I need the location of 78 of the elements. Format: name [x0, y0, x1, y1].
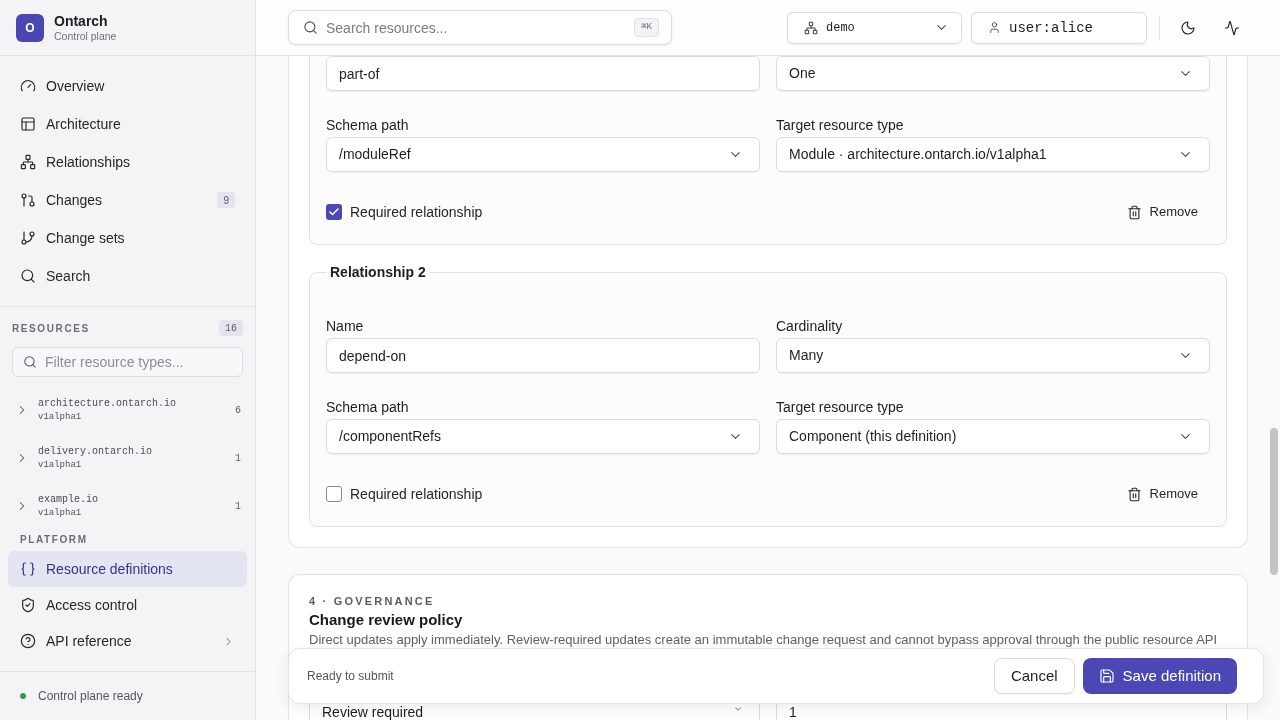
field-label: Schema path: [326, 117, 410, 133]
tree-item[interactable]: delivery.ontarch.io v1alpha1 1: [12, 434, 243, 482]
search-icon: [23, 355, 37, 369]
moon-icon: [1180, 19, 1196, 36]
save-icon: [1098, 668, 1115, 684]
branch-icon: [20, 230, 36, 246]
tree-item[interactable]: architecture.ontarch.io v1alpha1 6: [12, 386, 243, 434]
text-input[interactable]: part-of: [326, 56, 760, 91]
section-description: Direct updates apply immediately. Review-required updates create an immutable change request and cannot bypass approval through the public resource API: [309, 631, 1219, 649]
select-field[interactable]: Many: [776, 338, 1210, 373]
activity-icon: [1224, 19, 1240, 36]
nav-link[interactable]: Architecture: [8, 106, 247, 142]
nav-link[interactable]: Resource definitions: [8, 551, 247, 587]
gauge-icon: [20, 78, 36, 94]
search-icon: [20, 268, 36, 284]
select-field[interactable]: Component (this definition): [776, 419, 1210, 454]
select-field[interactable]: /moduleRef: [326, 137, 760, 172]
section-heading: RESOURCES: [12, 321, 90, 336]
hierarchy-icon: [20, 154, 36, 170]
nav-link[interactable]: Relationships: [8, 144, 247, 180]
user-input[interactable]: user:alice: [1009, 12, 1134, 43]
field-label: Schema path: [326, 399, 410, 415]
filter-input[interactable]: Filter resource types...: [45, 348, 242, 376]
nav-link[interactable]: Change sets: [8, 220, 247, 256]
brand-logo: O: [16, 13, 44, 42]
select-field[interactable]: /componentRefs: [326, 419, 760, 454]
filter-field[interactable]: Filter resource types...: [12, 347, 243, 377]
save-button[interactable]: Save definition: [1082, 658, 1237, 694]
field-label: Target resource type: [776, 399, 905, 415]
shield-check-icon: [20, 597, 36, 613]
select-field[interactable]: Module · architecture.ontarch.io/v1alpha1: [776, 137, 1210, 172]
tree-item[interactable]: example.io v1alpha1 1: [12, 482, 243, 530]
braces-icon: [20, 561, 36, 577]
cancel-button[interactable]: Cancel: [993, 658, 1075, 694]
user-field[interactable]: user:alice: [971, 11, 1147, 44]
status-text: Control plane ready: [38, 688, 143, 705]
layout-icon: [20, 116, 36, 132]
search-icon: [303, 20, 318, 35]
checkbox[interactable]: [326, 204, 342, 220]
nav-link[interactable]: Overview: [8, 68, 247, 104]
count-badge: 9: [217, 192, 235, 208]
nav-link[interactable]: Search: [8, 258, 247, 294]
brand-subtitle: Control plane: [54, 29, 117, 43]
section-step: 4 · GOVERNANCE: [309, 593, 1227, 609]
scrollbar-thumb[interactable]: [1270, 428, 1278, 575]
remove-button[interactable]: Remove: [1114, 196, 1210, 228]
pull-request-icon: [20, 192, 36, 208]
count-badge: 16: [219, 320, 243, 336]
nav-link[interactable]: Access control: [8, 587, 247, 623]
select-field[interactable]: One: [776, 56, 1210, 91]
brand-name: Ontarch: [54, 12, 109, 30]
search-field[interactable]: Search resources... ⌘K: [288, 10, 672, 45]
namespace-select[interactable]: demo: [787, 11, 962, 44]
field-label: Cardinality: [776, 318, 844, 334]
text-input[interactable]: depend-on: [326, 338, 760, 373]
user-icon: [988, 21, 1001, 34]
section-title: Change review policy: [309, 610, 464, 630]
trash-icon: [1126, 486, 1142, 502]
relationship-heading: Relationship 2: [329, 263, 427, 282]
help-icon: [20, 633, 36, 649]
trash-icon: [1126, 204, 1142, 220]
hierarchy-icon: [804, 20, 818, 35]
shortcut-key: ⌘K: [634, 18, 659, 37]
nav-link[interactable]: API reference: [8, 623, 247, 659]
checkbox[interactable]: [326, 486, 342, 502]
text-input[interactable]: 1: [776, 704, 1227, 720]
remove-button[interactable]: Remove: [1114, 478, 1210, 510]
select-field[interactable]: Review required: [309, 704, 760, 720]
section-heading: PLATFORM: [20, 532, 88, 547]
chevron-down-icon: [733, 704, 743, 714]
checkbox-label[interactable]: Required relationship: [350, 201, 483, 223]
field-label: Name: [326, 318, 365, 334]
checkbox-label[interactable]: Required relationship: [350, 483, 483, 505]
field-label: Target resource type: [776, 117, 905, 133]
submit-status: Ready to submit: [307, 668, 394, 685]
check-icon: [328, 206, 340, 218]
search-input[interactable]: Search resources...: [326, 11, 627, 44]
nav-link[interactable]: Changes 9: [8, 182, 247, 218]
